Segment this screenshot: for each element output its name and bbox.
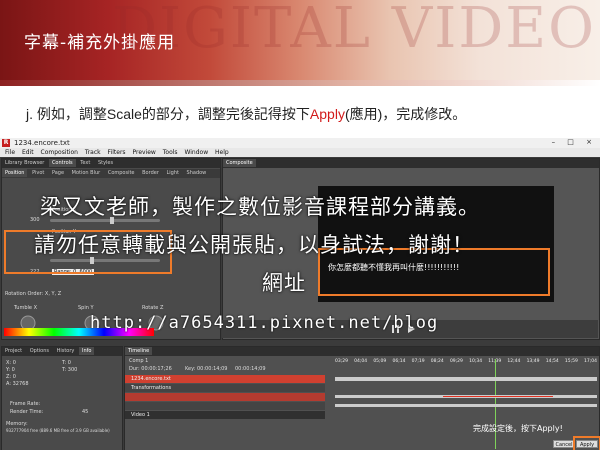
render-time-label: Render Time: xyxy=(10,409,44,415)
window-controls[interactable]: – □ × xyxy=(552,138,597,146)
info-t1: T: 0 xyxy=(62,360,71,366)
time-readout: 00:00:14;09 xyxy=(235,366,266,372)
subtitle-preview: 你怎麼都聽不懂我再叫什麼!!!!!!!!!!! xyxy=(328,263,460,272)
track-video-1[interactable]: Video 1 xyxy=(125,411,325,419)
ruler-tick: 14;54 xyxy=(545,359,559,364)
menu-preview[interactable]: Preview xyxy=(132,149,155,156)
comp-name: Comp 1 xyxy=(129,358,149,364)
memory-label: Memory: xyxy=(6,421,28,427)
menu-tools[interactable]: Tools xyxy=(163,149,178,156)
track-bar-3 xyxy=(335,404,597,407)
timeline-ruler[interactable]: 03;29 04;04 05;09 06;14 07;19 08;24 09;29 10;34… xyxy=(335,359,597,369)
tumble-label: Tumble X xyxy=(14,305,37,311)
timeline-tabs: Timeline xyxy=(125,347,599,356)
ruler-tick: 10;34 xyxy=(469,359,483,364)
tab-history[interactable]: History xyxy=(54,347,78,355)
menu-composition[interactable]: Composition xyxy=(41,149,78,156)
menu-track[interactable]: Track xyxy=(85,149,101,156)
info-z: Z: 0 xyxy=(6,374,16,380)
info-panel: Project Options History Info X: 0 Y: 0 Z… xyxy=(1,346,123,450)
done-note: 完成設定後，按下Apply! xyxy=(473,424,563,433)
window-title: 1234.encore.txt xyxy=(14,139,70,147)
ruler-tick: 03;29 xyxy=(335,359,348,364)
ruler-tick: 13;49 xyxy=(526,359,540,364)
apply-highlight-box xyxy=(573,436,600,450)
tab-shadow[interactable]: Shadow xyxy=(184,169,210,177)
controls-tabs: Library Browser Controls Text Styles xyxy=(2,159,220,168)
instruction-text: j. 例如，調整Scale的部分，調整完後記得按下Apply(應用)，完成修改。 xyxy=(26,104,466,124)
track-bar-1 xyxy=(335,377,597,381)
watermark-url: http://a7654311.pixnet.net/blog xyxy=(90,313,439,333)
info-t2: T: 300 xyxy=(62,367,78,373)
slide-title: 字幕-補充外掛應用 xyxy=(24,33,176,53)
ruler-tick: 17;04 xyxy=(584,359,597,364)
ruler-tick: 09;29 xyxy=(449,359,463,364)
banner-divider xyxy=(0,80,600,86)
keyframe-line xyxy=(443,396,553,397)
tab-motion-blur[interactable]: Motion Blur xyxy=(69,169,104,177)
tab-controls[interactable]: Controls xyxy=(48,159,76,167)
position-x-value[interactable]: 300 xyxy=(30,217,40,223)
info-y: Y: 0 xyxy=(6,367,15,373)
watermark-line-1: 梁又文老師，製作之數位影音課程部分講義。 xyxy=(40,195,480,219)
cancel-button[interactable]: Cancel xyxy=(553,440,575,448)
app-icon: R xyxy=(2,139,10,147)
track-scale-row[interactable] xyxy=(125,393,325,401)
tab-composite-view[interactable]: Composite xyxy=(223,159,256,167)
info-a: A: 32768 xyxy=(6,381,29,387)
duration-readout: Dur: 00:00:17;26 xyxy=(129,366,172,372)
tab-position[interactable]: Position xyxy=(2,169,28,177)
menu-window[interactable]: Window xyxy=(184,149,208,156)
key-readout: Key: 00:00:14;09 xyxy=(185,366,228,372)
rotation-order-label: Rotation Order: X, Y, Z xyxy=(5,291,62,297)
info-tabs: Project Options History Info xyxy=(2,347,122,356)
menu-filters[interactable]: Filters xyxy=(108,149,126,156)
tab-text[interactable]: Text xyxy=(77,159,93,167)
digital-video-logo: DIGITAL VIDEO xyxy=(112,0,596,61)
instruction-post: (應用)，完成修改。 xyxy=(344,106,467,122)
tab-page[interactable]: Page xyxy=(49,169,67,177)
frame-rate-label: Frame Rate: xyxy=(10,401,41,407)
track-transformations[interactable]: Transformations xyxy=(125,384,325,392)
tab-pivot[interactable]: Pivot xyxy=(29,169,47,177)
track-encore-file[interactable]: 1234.encore.txt xyxy=(125,375,325,383)
tab-border[interactable]: Border xyxy=(139,169,162,177)
ruler-tick: 06;14 xyxy=(392,359,406,364)
timeline-panel: Timeline Comp 1 Dur: 00:00:17;26 Key: 00… xyxy=(124,346,600,450)
menu-bar: File Edit Composition Track Filters Prev… xyxy=(0,148,600,157)
slide-banner: DIGITAL VIDEO 字幕-補充外掛應用 xyxy=(0,0,600,80)
render-time-value: 45 xyxy=(82,409,89,415)
tab-timeline[interactable]: Timeline xyxy=(125,347,153,355)
menu-help[interactable]: Help xyxy=(215,149,229,156)
rotate-label: Rotate Z xyxy=(142,305,164,311)
tab-info[interactable]: Info xyxy=(78,347,95,355)
instruction-apply: Apply xyxy=(309,106,345,122)
tab-library-browser[interactable]: Library Browser xyxy=(2,159,47,167)
info-x: X: 0 xyxy=(6,360,16,366)
watermark-line-3: 網址 xyxy=(262,271,306,295)
app-screenshot: R 1234.encore.txt – □ × File Edit Compos… xyxy=(0,138,600,450)
watermark-line-2: 請勿任意轉載與公開張貼，以身試法，謝謝！ xyxy=(34,233,474,257)
ruler-tick: 12;44 xyxy=(507,359,521,364)
tab-options[interactable]: Options xyxy=(27,347,52,355)
instruction-pre: j. 例如，調整Scale的部分，調整完後記得按下 xyxy=(26,106,310,122)
tab-styles[interactable]: Styles xyxy=(95,159,116,167)
spin-label: Spin Y xyxy=(78,305,94,311)
ruler-tick: 08;24 xyxy=(430,359,444,364)
ruler-tick: 04;04 xyxy=(354,359,368,364)
tab-light[interactable]: Light xyxy=(163,169,181,177)
menu-edit[interactable]: Edit xyxy=(22,149,34,156)
ruler-tick: 15;59 xyxy=(564,359,578,364)
memory-text: 932777904 free (889.6 MB free of 3.9 GB … xyxy=(6,428,110,433)
tab-project[interactable]: Project xyxy=(2,347,25,355)
composite-tabs: Composite xyxy=(223,159,599,168)
property-tabs: Position Pivot Page Motion Blur Composit… xyxy=(2,169,220,178)
tab-composite[interactable]: Composite xyxy=(105,169,138,177)
window-titlebar: R 1234.encore.txt – □ × xyxy=(0,138,600,148)
menu-file[interactable]: File xyxy=(5,149,15,156)
ruler-tick: 07;19 xyxy=(411,359,425,364)
ruler-tick: 05;09 xyxy=(373,359,387,364)
track-empty-row[interactable] xyxy=(125,402,325,410)
